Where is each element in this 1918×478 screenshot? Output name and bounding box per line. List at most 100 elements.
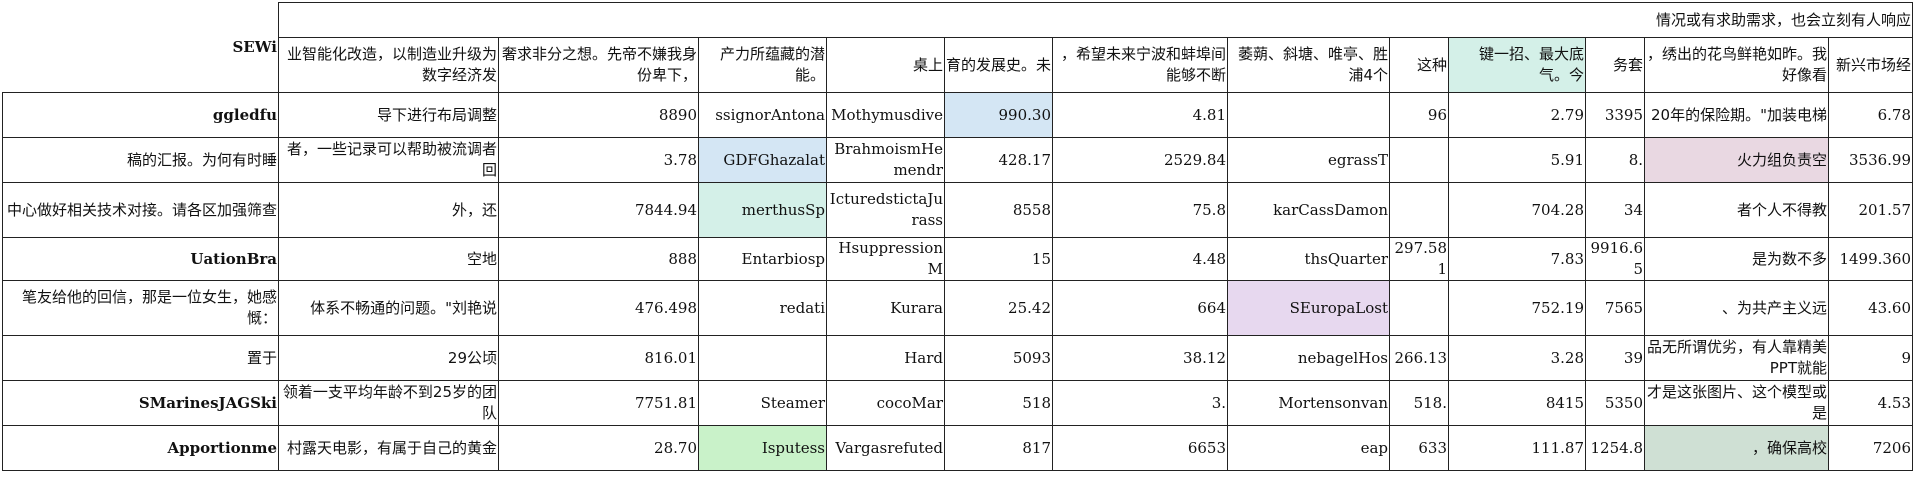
table-cell: 3536.99 <box>1827 137 1914 183</box>
column-header: 奢求非分之想。先帝不嫌我身份卑下， <box>498 37 699 93</box>
table-cell <box>1389 182 1449 238</box>
table-cell: nebagelHos <box>1227 335 1390 381</box>
table-cell: 476.498 <box>498 280 699 336</box>
table-row: 笔友给他的回信，那是一位女生，她感慨： 体系不畅通的问题。"刘艳说 476.49… <box>2 280 1914 336</box>
table-cell: 3.28 <box>1448 335 1586 381</box>
table-cell: 704.28 <box>1448 182 1586 238</box>
table-cell: 9916.65 <box>1585 237 1645 281</box>
table-cell: 428.17 <box>944 137 1053 183</box>
row-header: Apportionme <box>2 425 279 471</box>
table-cell: 96 <box>1389 92 1449 138</box>
table-cell: cocoMar <box>826 380 945 426</box>
table-cell: HsuppressionM <box>826 237 945 281</box>
table-cell: 518. <box>1389 380 1449 426</box>
table-cell: ，确保高校 <box>1644 425 1829 471</box>
table-cell: 15 <box>944 237 1053 281</box>
table-cell: 、为共产主义远 <box>1644 280 1829 336</box>
table-cell: 20年的保险期。"加装电梯 <box>1644 92 1829 138</box>
notice-banner: 情况或有求助需求，也会立刻有人响应 <box>277 2 1914 38</box>
data-table: SEWi 情况或有求助需求，也会立刻有人响应 业智能化改造，以制造业升级为数字经… <box>2 2 1914 471</box>
table-cell: 者，一些记录可以帮助被流调者回 <box>278 137 499 183</box>
table-cell: 664 <box>1052 280 1228 336</box>
table-row: Apportionme 村露天电影，有属于自己的黄金 28.70 Isputes… <box>2 425 1914 471</box>
column-header: ，绣出的花鸟鲜艳如昨。我好像看 <box>1644 37 1829 93</box>
table-cell <box>1389 280 1449 336</box>
table-cell: merthusSp <box>698 182 827 238</box>
table-cell: 201.57 <box>1827 182 1914 238</box>
table-cell: 29公顷 <box>278 335 499 381</box>
table-cell: 25.42 <box>944 280 1053 336</box>
table-cell: Mortensonvan <box>1227 380 1390 426</box>
table-row: SMarinesJAGSki 领着一支平均年龄不到25岁的团队 7751.81 … <box>2 380 1914 426</box>
row-header: UationBra <box>2 237 279 281</box>
table-cell: 39 <box>1585 335 1645 381</box>
table-cell: 6653 <box>1052 425 1228 471</box>
table-cell: 38.12 <box>1052 335 1228 381</box>
table-cell: SEuropaLost <box>1227 280 1390 336</box>
table-cell: 4.53 <box>1827 380 1914 426</box>
table-cell: 297.581 <box>1389 237 1449 281</box>
column-header: 业智能化改造，以制造业升级为数字经济发 <box>278 37 499 93</box>
table-cell: 3395 <box>1585 92 1645 138</box>
table-cell: 空地 <box>278 237 499 281</box>
table-cell: 村露天电影，有属于自己的黄金 <box>278 425 499 471</box>
table-cell: 5.91 <box>1448 137 1586 183</box>
table-cell: 43.60 <box>1827 280 1914 336</box>
table-cell: 8558 <box>944 182 1053 238</box>
table-cell: redati <box>698 280 827 336</box>
row-header: SMarinesJAGSki <box>2 380 279 426</box>
table-cell: 5093 <box>944 335 1053 381</box>
table-cell: 4.81 <box>1052 92 1228 138</box>
column-header: 新兴市场经 <box>1827 37 1914 93</box>
table-cell: 9 <box>1827 335 1914 381</box>
table-cell: 1254.8 <box>1585 425 1645 471</box>
table-cell: BrahmoismHemendr <box>826 137 945 183</box>
table-cell: egrassT <box>1227 137 1390 183</box>
table-cell: 518 <box>944 380 1053 426</box>
column-header: ，希望未来宁波和蚌埠间能够不断 <box>1052 37 1228 93</box>
row-header: ggledfu <box>2 92 279 138</box>
table-cell: 5350 <box>1585 380 1645 426</box>
row-header: 中心做好相关技术对接。请各区加强筛查 <box>2 182 279 238</box>
table-cell: Entarbiosp <box>698 237 827 281</box>
row-header: 笔友给他的回信，那是一位女生，她感慨： <box>2 280 279 336</box>
table-cell: 888 <box>498 237 699 281</box>
column-header: 育的发展史。未 <box>944 37 1053 93</box>
table-cell: 8. <box>1585 137 1645 183</box>
table-cell: Mothymusdive <box>826 92 945 138</box>
table-cell <box>698 335 827 381</box>
table-cell: 导下进行布局调整 <box>278 92 499 138</box>
table-cell: 7565 <box>1585 280 1645 336</box>
table-row: 置于 29公顷 816.01 Hard 5093 38.12 nebagelHo… <box>2 335 1914 381</box>
table-cell: ssignorAntona <box>698 92 827 138</box>
table-cell: GDFGhazalat <box>698 137 827 183</box>
table-cell: 6.78 <box>1827 92 1914 138</box>
row-header: 置于 <box>2 335 279 381</box>
table-cell: 体系不畅通的问题。"刘艳说 <box>278 280 499 336</box>
table-cell: 品无所谓优劣，有人靠精美PPT就能 <box>1644 335 1829 381</box>
table-cell: 4.48 <box>1052 237 1228 281</box>
table-cell: 3.78 <box>498 137 699 183</box>
table-cell: 752.19 <box>1448 280 1586 336</box>
table-cell: 7.83 <box>1448 237 1586 281</box>
table-row: UationBra 空地 888 Entarbiosp Hsuppression… <box>2 237 1914 281</box>
column-header: 键一招、最大底气。今 <box>1448 37 1586 93</box>
table-cell: 是为数不多 <box>1644 237 1829 281</box>
table-cell: 8890 <box>498 92 699 138</box>
table-cell: 34 <box>1585 182 1645 238</box>
corner-label: SEWi <box>2 2 279 93</box>
table-cell: 7206 <box>1827 425 1914 471</box>
table-cell: 816.01 <box>498 335 699 381</box>
column-header: 桌上 <box>826 37 945 93</box>
table-cell: 111.87 <box>1448 425 1586 471</box>
table-cell <box>1389 137 1449 183</box>
table-cell: Steamer <box>698 380 827 426</box>
table-cell: 才是这张图片、这个模型或是 <box>1644 380 1829 426</box>
table-cell: thsQuarter <box>1227 237 1390 281</box>
column-header: 这种 <box>1389 37 1449 93</box>
column-header: 萎蒴、斜塘、唯亭、胜浦4个 <box>1227 37 1390 93</box>
table-cell: 领着一支平均年龄不到25岁的团队 <box>278 380 499 426</box>
table-cell: 7751.81 <box>498 380 699 426</box>
table-cell: 817 <box>944 425 1053 471</box>
row-header: 稿的汇报。为何有时睡 <box>2 137 279 183</box>
